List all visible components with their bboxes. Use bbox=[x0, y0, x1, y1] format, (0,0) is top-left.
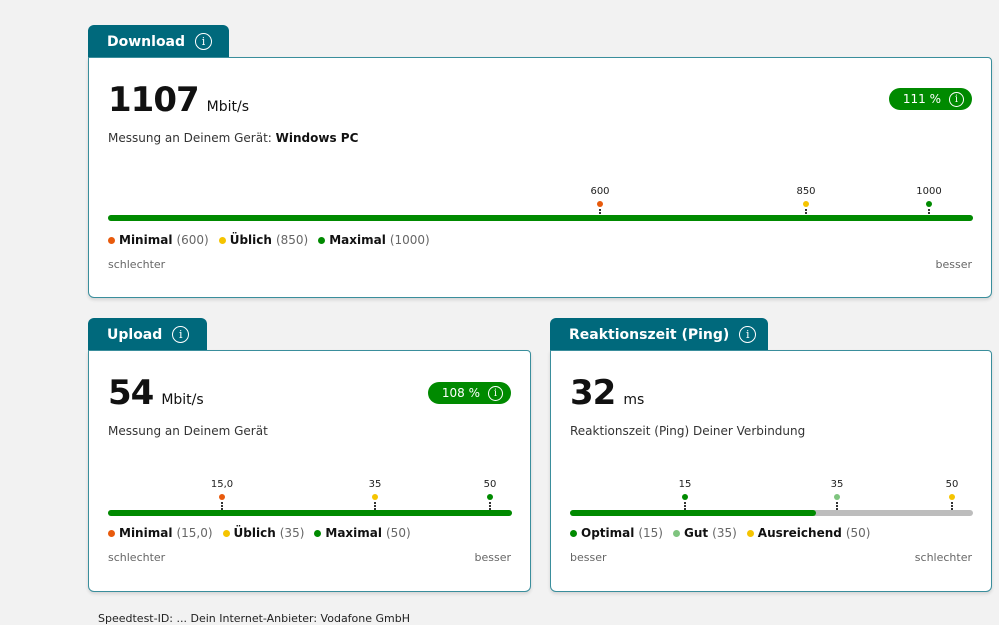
legend-value: (35) bbox=[279, 526, 305, 540]
legend-name: Optimal bbox=[581, 526, 635, 540]
marker-tick bbox=[836, 502, 838, 510]
marker-label: 850 bbox=[796, 186, 816, 197]
legend-name: Gut bbox=[684, 526, 709, 540]
scale-right-label: besser bbox=[474, 551, 511, 564]
marker-label: 1000 bbox=[916, 186, 942, 197]
upload-progress-track bbox=[108, 510, 512, 516]
upload-value: 54 bbox=[108, 373, 154, 413]
download-legend: Minimal (600) Üblich (850) Maximal (1000) bbox=[108, 233, 430, 247]
legend-value: (600) bbox=[176, 233, 209, 247]
download-card: 1107 Mbit/s Messung an Deinem Gerät: Wind… bbox=[88, 57, 992, 298]
info-icon[interactable]: i bbox=[949, 91, 964, 107]
marker-tick bbox=[221, 502, 223, 510]
upload-title: Upload bbox=[107, 326, 163, 343]
ping-title: Reaktionszeit (Ping) bbox=[569, 326, 730, 343]
info-icon[interactable]: i bbox=[488, 385, 503, 401]
ping-subtitle: Reaktionszeit (Ping) Deiner Verbindung bbox=[570, 424, 806, 438]
download-progress-track bbox=[108, 215, 973, 221]
marker-label: 50 bbox=[945, 479, 959, 490]
upload-subtitle: Messung an Deinem Gerät bbox=[108, 424, 268, 438]
marker: 15 bbox=[665, 479, 705, 510]
marker-dot bbox=[682, 494, 688, 500]
download-subtitle: Messung an Deinem Gerät: Windows PC bbox=[108, 131, 358, 145]
marker: 1000 bbox=[909, 186, 949, 217]
upload-percent-badge: 108 % i bbox=[427, 382, 511, 404]
marker-label: 15 bbox=[678, 479, 692, 490]
ping-value: 32 bbox=[570, 373, 616, 413]
marker-dot bbox=[372, 494, 378, 500]
marker-tick bbox=[951, 502, 953, 510]
legend-name: Üblich bbox=[233, 526, 276, 540]
device-name: Windows PC bbox=[275, 131, 359, 145]
marker: 35 bbox=[817, 479, 857, 510]
legend-name: Minimal bbox=[119, 526, 173, 540]
marker: 850 bbox=[786, 186, 826, 217]
upload-legend: Minimal (15,0) Üblich (35) Maximal (50) bbox=[108, 526, 411, 540]
subtitle-prefix: Messung an Deinem Gerät: bbox=[108, 131, 272, 145]
legend-name: Üblich bbox=[229, 233, 272, 247]
download-unit: Mbit/s bbox=[206, 99, 249, 115]
marker-tick bbox=[684, 502, 686, 510]
download-progress-fill bbox=[108, 215, 973, 221]
ping-legend: Optimal (15) Gut (35) Ausreichend (50) bbox=[570, 526, 871, 540]
marker-tick bbox=[374, 502, 376, 510]
upload-progress-fill bbox=[108, 510, 512, 516]
legend-value: (15,0) bbox=[176, 526, 213, 540]
legend-name: Maximal bbox=[329, 233, 386, 247]
legend-value: (15) bbox=[638, 526, 663, 540]
upload-unit: Mbit/s bbox=[161, 392, 204, 408]
info-icon[interactable]: i bbox=[739, 326, 757, 343]
scale-right-label: besser bbox=[935, 258, 972, 271]
scale-left-label: besser bbox=[570, 551, 607, 564]
ping-progress-track bbox=[570, 510, 973, 516]
scale-left-label: schlechter bbox=[108, 551, 166, 564]
marker-dot bbox=[803, 201, 809, 207]
ping-unit: ms bbox=[623, 392, 645, 408]
marker-label: 35 bbox=[830, 479, 844, 490]
footer-info: Speedtest-ID: ... Dein Internet-Anbieter… bbox=[98, 612, 411, 625]
legend-name: Ausreichend bbox=[757, 526, 842, 540]
marker: 50 bbox=[932, 479, 972, 510]
marker: 50 bbox=[470, 479, 510, 510]
scale-right-label: schlechter bbox=[914, 551, 972, 564]
ping-progress-fill bbox=[570, 510, 816, 516]
marker-dot bbox=[926, 201, 932, 207]
download-tab: Download i bbox=[88, 25, 229, 58]
legend-value: (50) bbox=[845, 526, 871, 540]
download-title: Download bbox=[107, 33, 186, 50]
marker-tick bbox=[489, 502, 491, 510]
marker-dot bbox=[949, 494, 955, 500]
marker-dot bbox=[487, 494, 493, 500]
upload-card: 54 Mbit/s Messung an Deinem Gerät 108 % i … bbox=[88, 350, 531, 592]
download-percent-badge: 111 % i bbox=[888, 88, 972, 110]
legend-name: Minimal bbox=[119, 233, 173, 247]
upload-tab: Upload i bbox=[88, 318, 207, 351]
info-icon[interactable]: i bbox=[195, 33, 213, 50]
info-icon[interactable]: i bbox=[172, 326, 190, 343]
legend-value: (35) bbox=[712, 526, 737, 540]
legend-name: Maximal bbox=[325, 526, 382, 540]
scale-left-label: schlechter bbox=[108, 258, 166, 271]
marker-dot bbox=[597, 201, 603, 207]
ping-card: 32 ms Reaktionszeit (Ping) Deiner Verbind… bbox=[550, 350, 992, 592]
marker: 600 bbox=[580, 186, 620, 217]
ping-tab: Reaktionszeit (Ping) i bbox=[550, 318, 768, 351]
badge-text: 111 % bbox=[902, 92, 941, 106]
marker-dot bbox=[219, 494, 225, 500]
marker: 15,0 bbox=[202, 479, 242, 510]
legend-value: (50) bbox=[386, 526, 411, 540]
legend-value: (850) bbox=[275, 233, 309, 247]
marker-label: 50 bbox=[483, 479, 497, 490]
marker: 35 bbox=[355, 479, 395, 510]
marker-label: 35 bbox=[368, 479, 382, 490]
badge-text: 108 % bbox=[441, 386, 480, 400]
legend-value: (1000) bbox=[389, 233, 430, 247]
marker-label: 15,0 bbox=[210, 479, 234, 490]
marker-label: 600 bbox=[590, 186, 610, 197]
marker-dot bbox=[834, 494, 840, 500]
download-value: 1107 bbox=[108, 80, 200, 120]
